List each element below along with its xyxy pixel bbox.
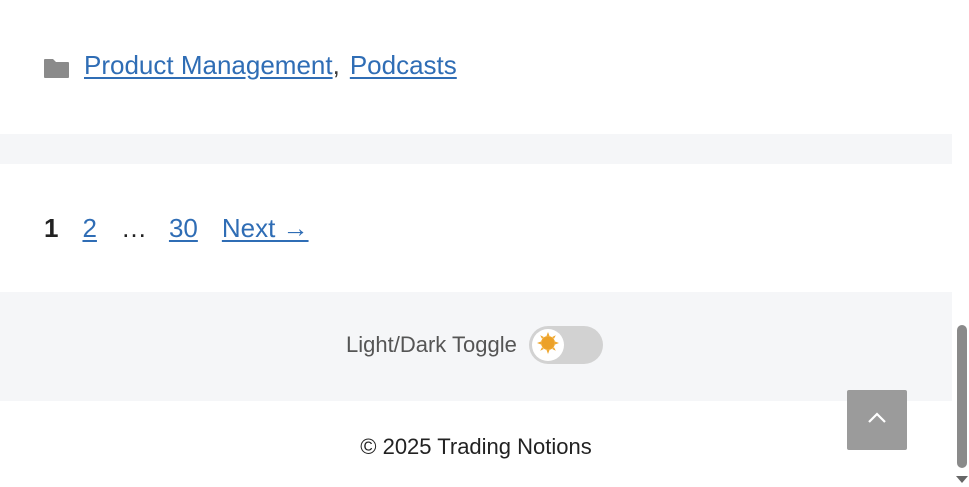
footer-toggle-bar: Light/Dark Toggle bbox=[0, 292, 952, 401]
pagination: 1 2 … 30 Next → bbox=[44, 213, 309, 244]
categories-row: Product Management , Podcasts bbox=[43, 50, 457, 81]
folder-icon bbox=[43, 55, 70, 78]
section-divider-band bbox=[0, 134, 952, 164]
back-to-top-button[interactable] bbox=[847, 390, 907, 450]
scroll-down-arrow-icon[interactable] bbox=[956, 476, 968, 483]
theme-toggle-label: Light/Dark Toggle bbox=[346, 332, 517, 357]
category-link-product-management[interactable]: Product Management bbox=[84, 50, 333, 81]
scrollbar-thumb[interactable] bbox=[957, 325, 967, 468]
page-link-30[interactable]: 30 bbox=[169, 213, 198, 244]
copyright-text: © 2025 Trading Notions bbox=[360, 434, 592, 459]
site-footer: © 2025 Trading Notions bbox=[0, 401, 952, 487]
category-separator: , bbox=[332, 50, 340, 80]
theme-toggle-container: Light/Dark Toggle bbox=[346, 326, 603, 364]
page-current: 1 bbox=[44, 213, 59, 243]
post-categories-section: Product Management , Podcasts bbox=[0, 0, 952, 134]
page-link-2[interactable]: 2 bbox=[82, 213, 96, 244]
pagination-section: 1 2 … 30 Next → bbox=[0, 164, 952, 292]
toggle-knob bbox=[531, 329, 564, 361]
page: Product Management , Podcasts 1 2 … 30 N… bbox=[0, 0, 969, 487]
light-dark-toggle[interactable] bbox=[528, 326, 603, 364]
main-content: Product Management , Podcasts 1 2 … 30 N… bbox=[0, 0, 952, 487]
chevron-up-icon bbox=[867, 411, 887, 430]
pagination-ellipsis: … bbox=[120, 213, 147, 243]
next-page-link[interactable]: Next → bbox=[222, 213, 309, 244]
category-link-podcasts[interactable]: Podcasts bbox=[350, 50, 457, 81]
vertical-scrollbar[interactable] bbox=[952, 0, 969, 487]
sun-icon bbox=[536, 331, 560, 360]
